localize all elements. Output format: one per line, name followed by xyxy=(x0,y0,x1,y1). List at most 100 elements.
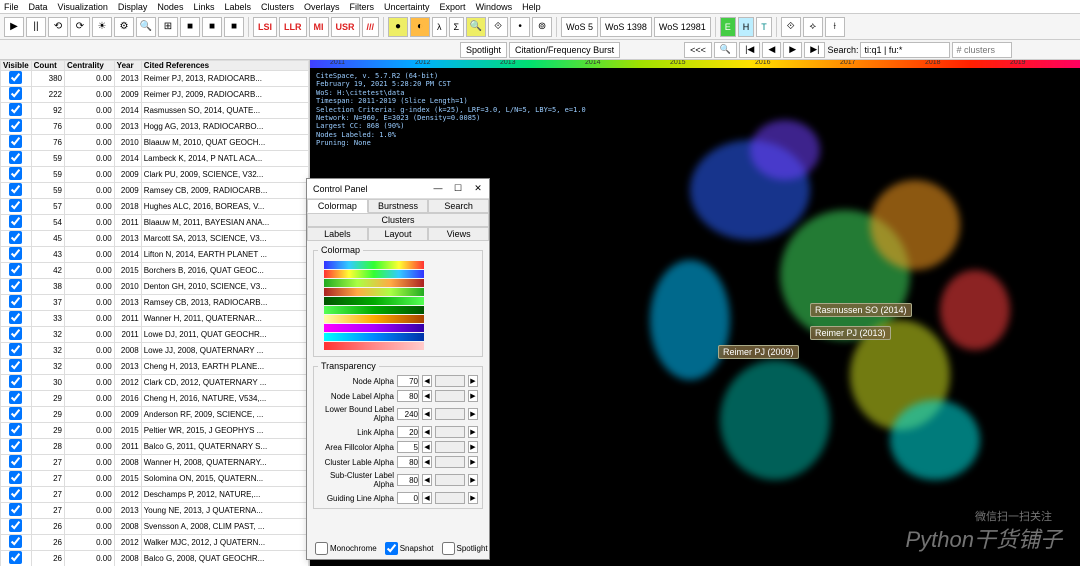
tool-mi[interactable]: MI xyxy=(309,17,329,37)
spotlight-button[interactable]: Spotlight xyxy=(460,42,507,58)
tab-views[interactable]: Views xyxy=(428,227,489,241)
slider-value[interactable] xyxy=(397,441,419,453)
slider-inc[interactable]: ▶ xyxy=(468,426,478,438)
colormap-swatches[interactable] xyxy=(324,261,472,350)
slider-dec[interactable]: ◀ xyxy=(422,441,432,453)
table-row[interactable]: 3800.002013Reimer PJ, 2013, RADIOCARB... xyxy=(1,71,309,87)
table-row[interactable]: 330.002011Wanner H, 2011, QUATERNAR... xyxy=(1,311,309,327)
menu-clusters[interactable]: Clusters xyxy=(261,2,294,12)
menu-nodes[interactable]: Nodes xyxy=(157,2,183,12)
visible-checkbox[interactable] xyxy=(9,375,22,388)
table-row[interactable]: 260.002008Balco G, 2008, QUAT GEOCHR... xyxy=(1,551,309,566)
tool-btn-3[interactable]: ⟳ xyxy=(70,17,90,37)
slider-value[interactable] xyxy=(397,456,419,468)
slider-dec[interactable]: ◀ xyxy=(422,492,432,504)
first-button[interactable]: |◀ xyxy=(739,42,760,58)
visible-checkbox[interactable] xyxy=(9,279,22,292)
tool-letter-e[interactable]: E xyxy=(720,17,736,37)
menu-display[interactable]: Display xyxy=(118,2,148,12)
slider-dec[interactable]: ◀ xyxy=(422,390,432,402)
tool-llr[interactable]: LLR xyxy=(279,17,307,37)
table-row[interactable]: 590.002009Ramsey CB, 2009, RADIOCARB... xyxy=(1,183,309,199)
table-row[interactable]: 2220.002009Reimer PJ, 2009, RADIOCARB... xyxy=(1,87,309,103)
col-visible[interactable]: Visible xyxy=(1,61,32,71)
tool-right-0[interactable]: ⟐ xyxy=(781,17,801,37)
visible-checkbox[interactable] xyxy=(9,151,22,164)
tool-letter-h[interactable]: H xyxy=(738,17,755,37)
menu-file[interactable]: File xyxy=(4,2,19,12)
table-row[interactable]: 540.002011Blaauw M, 2011, BAYESIAN ANA..… xyxy=(1,215,309,231)
node-label[interactable]: Reimer PJ (2009) xyxy=(718,345,799,359)
visible-checkbox[interactable] xyxy=(9,87,22,100)
tool-node[interactable]: • xyxy=(510,17,530,37)
col-count[interactable]: Count xyxy=(31,61,64,71)
tool-btn-6[interactable]: 🔍 xyxy=(136,17,156,37)
control-panel-window[interactable]: Control Panel — ☐ ✕ ColormapBurstnessSea… xyxy=(306,178,490,560)
slider-track[interactable] xyxy=(435,474,465,486)
table-row[interactable]: 280.002011Balco G, 2011, QUATERNARY S... xyxy=(1,439,309,455)
node-label[interactable]: Rasmussen SO (2014) xyxy=(810,303,912,317)
tab-search[interactable]: Search xyxy=(428,199,489,213)
tool-dot-yellow[interactable]: ● xyxy=(388,17,408,37)
table-row[interactable]: 590.002009Clark PU, 2009, SCIENCE, V32..… xyxy=(1,167,309,183)
table-row[interactable]: 320.002008Lowe JJ, 2008, QUATERNARY ... xyxy=(1,343,309,359)
table-row[interactable]: 450.002013Marcott SA, 2013, SCIENCE, V3.… xyxy=(1,231,309,247)
visible-checkbox[interactable] xyxy=(9,503,22,516)
close-icon[interactable]: ✕ xyxy=(473,183,483,194)
slider-inc[interactable]: ▶ xyxy=(468,492,478,504)
prev-button[interactable]: ◀ xyxy=(762,42,781,58)
tool-btn-5[interactable]: ⚙ xyxy=(114,17,134,37)
slider-track[interactable] xyxy=(435,390,465,402)
table-row[interactable]: 420.002015Borchers B, 2016, QUAT GEOC... xyxy=(1,263,309,279)
citation-burst-button[interactable]: Citation/Frequency Burst xyxy=(509,42,620,58)
visible-checkbox[interactable] xyxy=(9,183,22,196)
table-row[interactable]: 290.002009Anderson RF, 2009, SCIENCE, ..… xyxy=(1,407,309,423)
visible-checkbox[interactable] xyxy=(9,391,22,404)
slider-value[interactable] xyxy=(397,474,419,486)
visible-checkbox[interactable] xyxy=(9,343,22,356)
slider-track[interactable] xyxy=(435,456,465,468)
check-monochrome[interactable]: Monochrome xyxy=(315,542,377,555)
menu-help[interactable]: Help xyxy=(522,2,541,12)
table-row[interactable]: 380.002010Denton GH, 2010, SCIENCE, V3..… xyxy=(1,279,309,295)
visible-checkbox[interactable] xyxy=(9,71,22,84)
visible-checkbox[interactable] xyxy=(9,231,22,244)
tool-wos-5[interactable]: WoS 5 xyxy=(561,17,598,37)
menu-links[interactable]: Links xyxy=(193,2,214,12)
visible-checkbox[interactable] xyxy=(9,295,22,308)
tab-colormap[interactable]: Colormap xyxy=(307,199,368,213)
slider-value[interactable] xyxy=(397,408,419,420)
visible-checkbox[interactable] xyxy=(9,327,22,340)
visible-checkbox[interactable] xyxy=(9,471,22,484)
table-row[interactable]: 760.002013Hogg AG, 2013, RADIOCARBO... xyxy=(1,119,309,135)
slider-value[interactable] xyxy=(397,492,419,504)
slider-track[interactable] xyxy=(435,408,465,420)
visible-checkbox[interactable] xyxy=(9,247,22,260)
tab-clusters[interactable]: Clusters xyxy=(307,213,489,227)
table-row[interactable]: 300.002012Clark CD, 2012, QUATERNARY ... xyxy=(1,375,309,391)
slider-dec[interactable]: ◀ xyxy=(422,456,432,468)
table-row[interactable]: 260.002008Svensson A, 2008, CLIM PAST, .… xyxy=(1,519,309,535)
table-row[interactable]: 760.002010Blaauw M, 2010, QUAT GEOCH... xyxy=(1,135,309,151)
table-row[interactable]: 370.002013Ramsey CB, 2013, RADIOCARB... xyxy=(1,295,309,311)
table-row[interactable]: 570.002018Hughes ALC, 2016, BOREAS, V... xyxy=(1,199,309,215)
visible-checkbox[interactable] xyxy=(9,119,22,132)
menu-windows[interactable]: Windows xyxy=(476,2,513,12)
slider-dec[interactable]: ◀ xyxy=(422,474,432,486)
menu-labels[interactable]: Labels xyxy=(224,2,251,12)
table-row[interactable]: 260.002012Walker MJC, 2012, J QUATERN... xyxy=(1,535,309,551)
check-spotlight[interactable]: Spotlight xyxy=(442,542,488,555)
slider-value[interactable] xyxy=(397,426,419,438)
check-snapshot[interactable]: Snapshot xyxy=(385,542,434,555)
visible-checkbox[interactable] xyxy=(9,423,22,436)
slider-inc[interactable]: ▶ xyxy=(468,474,478,486)
visible-checkbox[interactable] xyxy=(9,551,22,564)
slider-track[interactable] xyxy=(435,492,465,504)
tool-btn-0[interactable]: ▶ xyxy=(4,17,24,37)
menu-overlays[interactable]: Overlays xyxy=(304,2,340,12)
tool-btn-7[interactable]: ⊞ xyxy=(158,17,178,37)
visible-checkbox[interactable] xyxy=(9,199,22,212)
zoom-icon[interactable]: 🔍 xyxy=(714,42,737,58)
visible-checkbox[interactable] xyxy=(9,135,22,148)
slider-dec[interactable]: ◀ xyxy=(422,408,432,420)
